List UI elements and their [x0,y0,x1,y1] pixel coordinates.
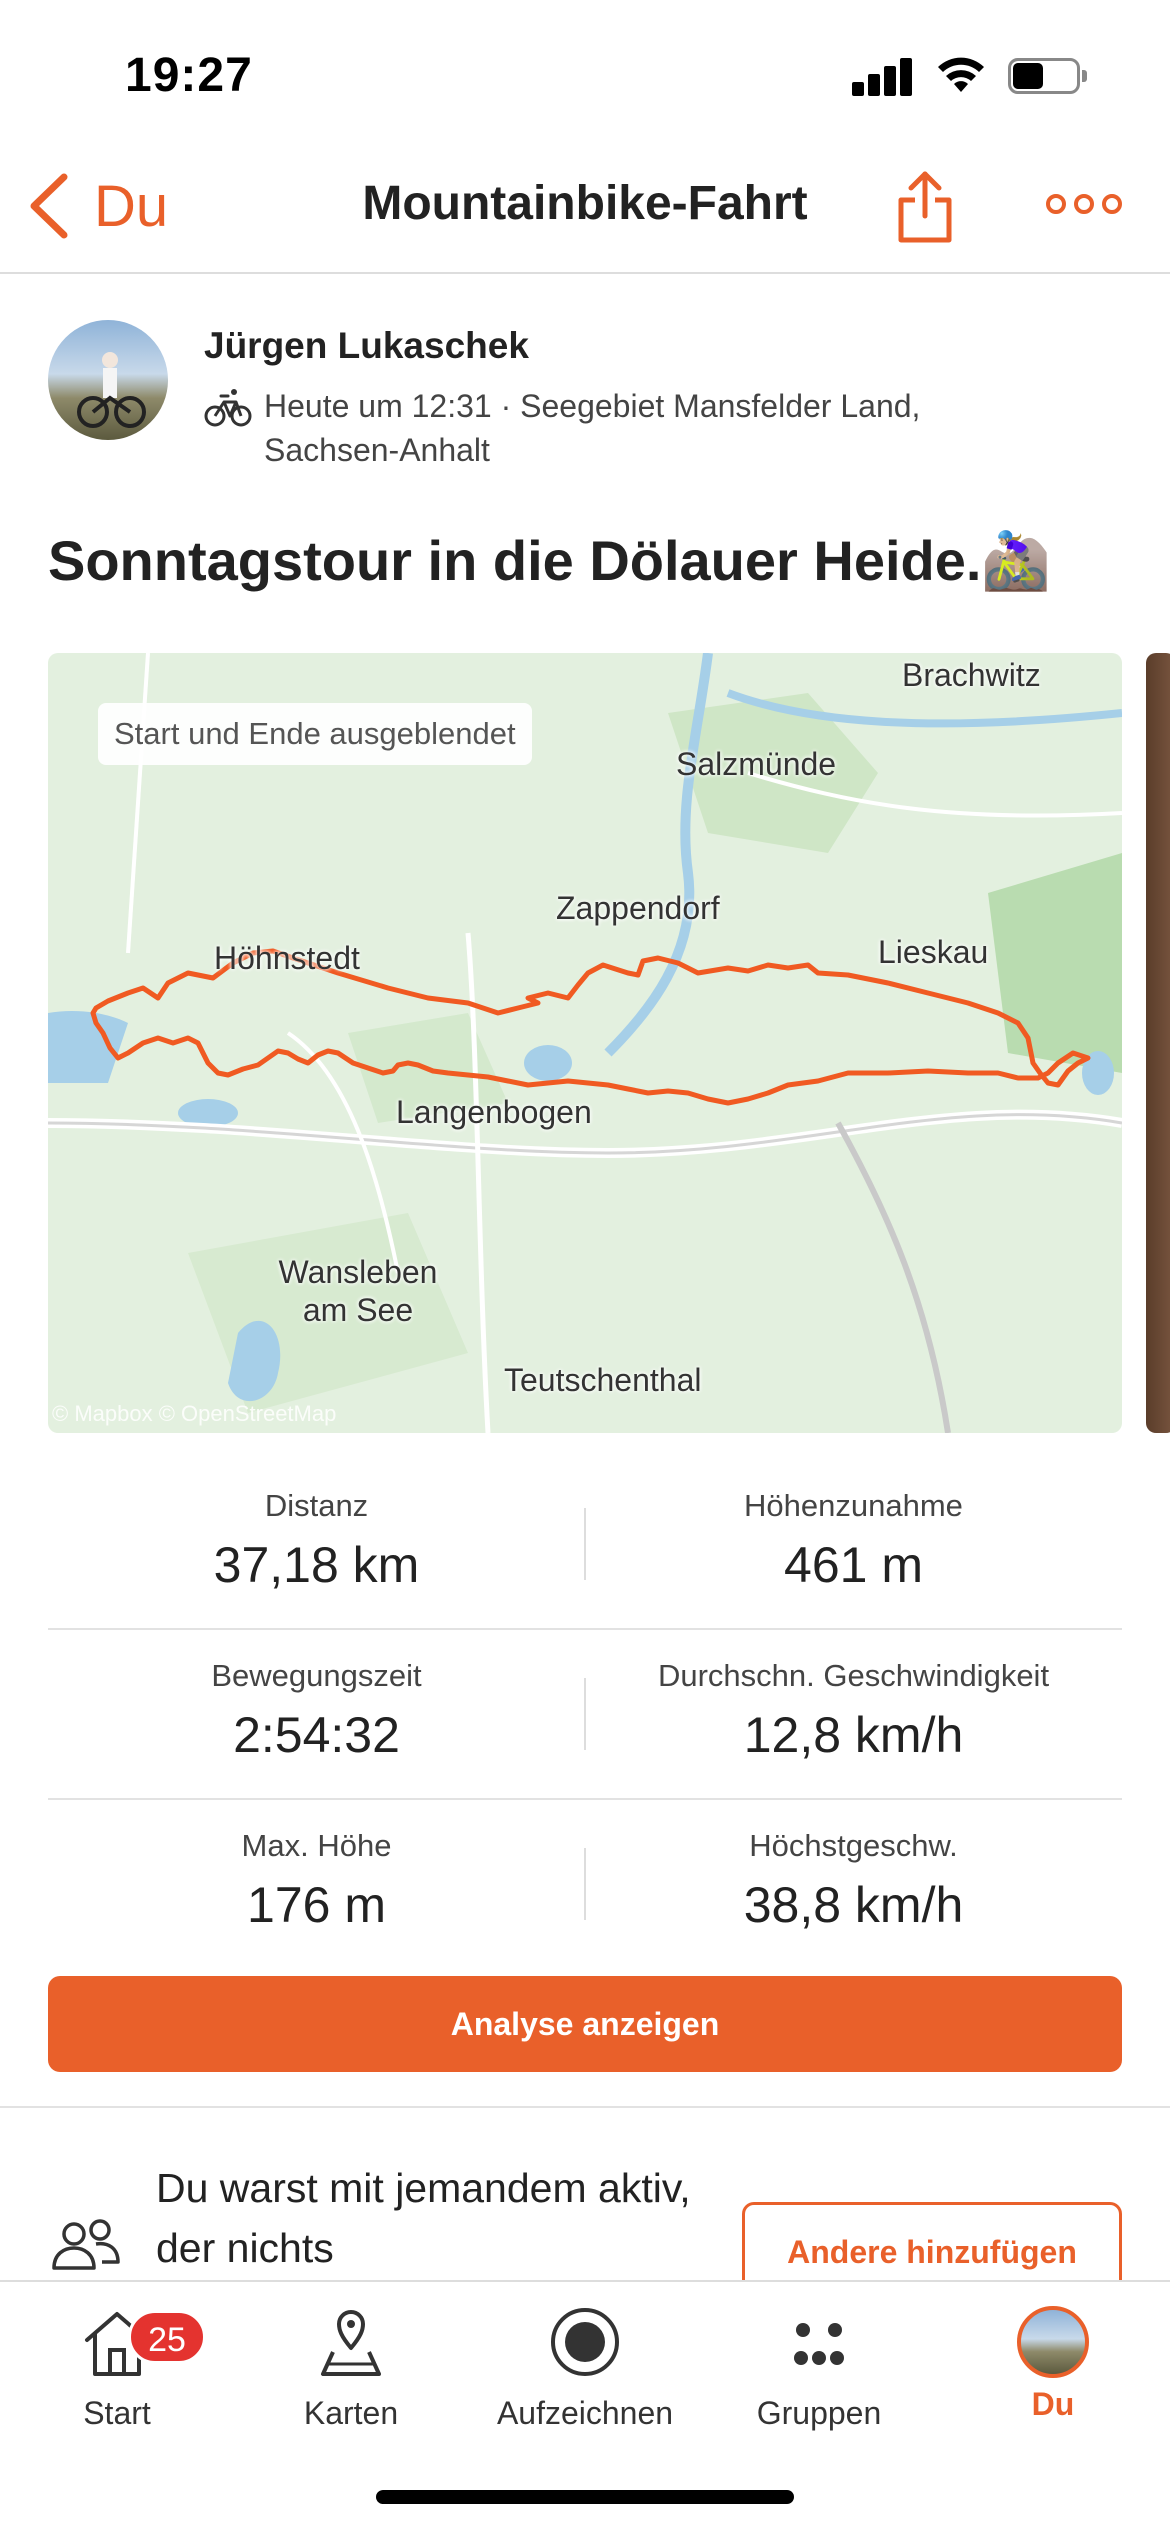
group-activity-prompt: Du warst mit jemandem aktiv, der nichts [156,2165,691,2271]
stat-avg-speed: Durchschn. Geschwindigkeit 12,8 km/h [585,1656,1122,1770]
tab-label: Karten [303,2395,399,2431]
more-icon[interactable] [1046,186,1122,222]
analyse-button[interactable]: Analyse anzeigen [48,1976,1122,2072]
map-label-wansleben: Wansleben am See [278,1254,438,1328]
map-icon [321,2310,381,2376]
nav-bar: Du Mountainbike-Fahrt [0,150,1170,274]
tab-start[interactable]: 25 Start [0,2302,234,2452]
athlete-avatar[interactable] [48,320,168,440]
tab-karten[interactable]: Karten [234,2302,468,2452]
stat-value: 461 m [784,1537,923,1593]
stat-distance: Distanz 37,18 km [48,1486,585,1600]
people-icon [52,2219,120,2270]
stat-label: Max. Höhe [241,1828,392,1863]
map-label-zappendorf: Zappendorf [556,890,720,926]
profile-avatar [1017,2306,1089,2378]
status-time: 19:27 [125,49,253,102]
tab-label: Aufzeichnen [496,2395,674,2431]
map-label-teutschenthal: Teutschenthal [504,1362,702,1398]
record-icon [551,2308,619,2376]
notification-badge: 25 [128,2310,206,2364]
map-label-hoehnstedt: Höhnstedt [214,940,360,976]
stat-label: Höhenzunahme [744,1488,963,1523]
signal-icon [852,56,914,96]
map-attribution: © Mapbox © OpenStreetMap [52,1401,337,1426]
stats-grid: Distanz 37,18 km Höhenzunahme 461 m Bewe… [48,1460,1122,1970]
stat-max-elevation: Max. Höhe 176 m [48,1826,585,1940]
stat-moving-time: Bewegungszeit 2:54:32 [48,1656,585,1770]
stat-elevation-gain: Höhenzunahme 461 m [585,1486,1122,1600]
battery-icon [1008,58,1088,94]
bike-icon [204,389,252,427]
tab-aufzeichnen[interactable]: Aufzeichnen [468,2302,702,2452]
section-divider [0,2106,1170,2108]
tab-label: Du [1031,2386,1075,2422]
wifi-icon [938,57,984,92]
stat-label: Bewegungszeit [211,1658,422,1693]
stat-row: Max. Höhe 176 m Höchstgeschw. 38,8 km/h [48,1800,1122,1970]
groups-icon [794,2323,844,2365]
stat-max-speed: Höchstgeschw. 38,8 km/h [585,1826,1122,1940]
map-label-lieskau: Lieskau [878,934,989,970]
stat-label: Durchschn. Geschwindigkeit [657,1658,1050,1693]
stat-label: Höchstgeschw. [749,1828,958,1863]
stat-value: 2:54:32 [233,1707,400,1763]
map-label-langenbogen: Langenbogen [396,1094,592,1130]
page-title: Mountainbike-Fahrt [362,177,808,230]
tab-label: Gruppen [756,2395,882,2431]
stat-row: Bewegungszeit 2:54:32 Durchschn. Geschwi… [48,1630,1122,1800]
tab-du[interactable]: Du [936,2302,1170,2452]
stat-value: 12,8 km/h [743,1707,964,1763]
route-map[interactable]: Start und Ende ausgeblendet Brachwitz Sa… [48,653,1122,1433]
map-label-brachwitz: Brachwitz [902,657,1041,693]
stat-label: Distanz [264,1488,369,1523]
activity-title: Sonntagstour in die Dölauer Heide.🚵🏼‍♀️ [48,529,1052,592]
share-icon[interactable] [895,168,955,246]
status-bar: 19:27 [0,0,1170,150]
stat-value: 37,18 km [213,1537,420,1593]
home-indicator [376,2490,794,2504]
map-privacy-badge: Start und Ende ausgeblendet [98,703,532,765]
stat-row: Distanz 37,18 km Höhenzunahme 461 m [48,1460,1122,1630]
tab-label: Start [83,2395,151,2431]
stat-value: 38,8 km/h [743,1877,964,1933]
map-label-salzmuende: Salzmünde [676,746,837,782]
stat-value: 176 m [247,1877,386,1933]
map-canvas [48,653,1122,1433]
next-media-peek[interactable] [1146,653,1170,1433]
tab-gruppen[interactable]: Gruppen [702,2302,936,2452]
activity-meta: Heute um 12:31 · Seegebiet Mansfelder La… [264,388,921,468]
athlete-name[interactable]: Jürgen Lukaschek [204,325,529,367]
